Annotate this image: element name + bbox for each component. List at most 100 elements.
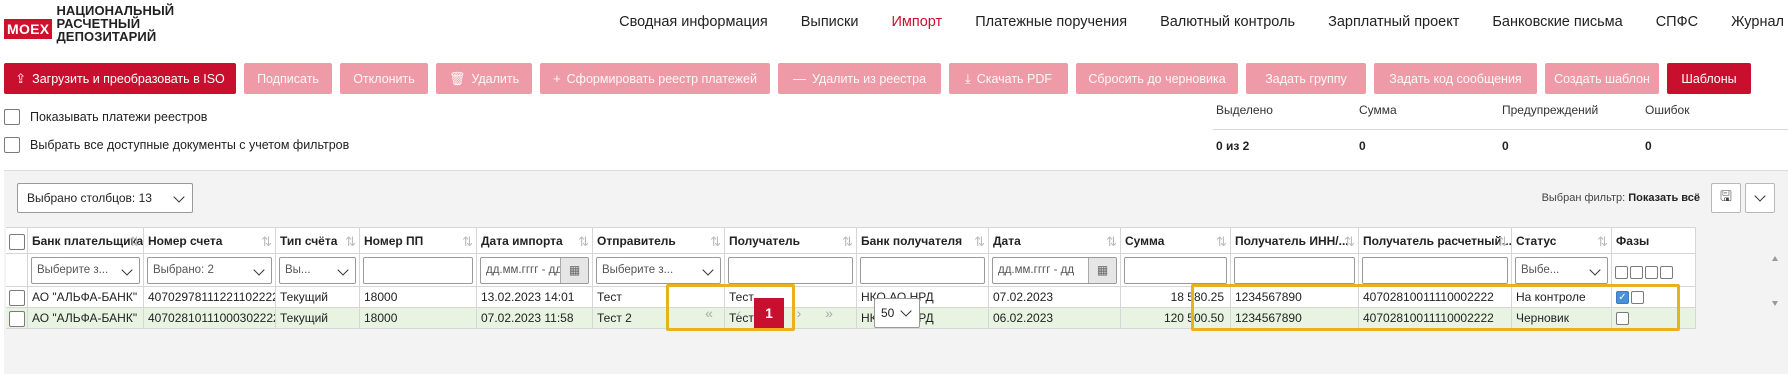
phase-filter-checkbox[interactable] bbox=[1630, 266, 1643, 280]
sort-icon[interactable]: ⇅ bbox=[261, 228, 272, 253]
option-show-registry[interactable]: Показывать платежи реестров bbox=[4, 109, 207, 125]
current-page-button[interactable]: 1 bbox=[754, 298, 784, 328]
form-registry-button[interactable]: + Сформировать реестр платежей bbox=[540, 63, 770, 94]
date-filter[interactable]: дд.мм.гггг - дд ▦ bbox=[992, 257, 1117, 284]
reject-button[interactable]: Отклонить bbox=[340, 63, 428, 94]
order-number-filter[interactable] bbox=[363, 257, 473, 284]
sign-button[interactable]: Подписать bbox=[244, 63, 332, 94]
nav-spfs[interactable]: СПФС bbox=[1656, 14, 1698, 30]
sort-icon[interactable]: ⇅ bbox=[842, 228, 853, 253]
nav-journal[interactable]: Журнал bbox=[1731, 14, 1784, 30]
stat-label-sum: Сумма bbox=[1359, 103, 1397, 117]
nav-statements[interactable]: Выписки bbox=[801, 14, 859, 30]
nav-bank-letters[interactable]: Банковские письма bbox=[1492, 14, 1622, 30]
select-all-checkbox[interactable] bbox=[4, 137, 20, 153]
col-header-account-type[interactable]: Тип счёта ⇅ bbox=[276, 227, 360, 254]
nav-summary[interactable]: Сводная информация bbox=[619, 14, 768, 30]
sort-icon[interactable]: ⇅ bbox=[345, 228, 356, 253]
select-all-rows-checkbox[interactable] bbox=[9, 234, 25, 250]
columns-select[interactable]: Выбрано столбцов: 13 bbox=[17, 183, 193, 213]
sort-icon[interactable]: ⇅ bbox=[1106, 228, 1117, 253]
col-header-sender[interactable]: Отправитель ⇅ bbox=[593, 227, 725, 254]
recipient-inn-filter[interactable] bbox=[1234, 257, 1355, 284]
trash-icon: 🗑 bbox=[448, 70, 466, 86]
stat-value-warnings: 0 bbox=[1502, 139, 1509, 153]
col-header-recipient-inn[interactable]: Получатель ИНН/... ⇅ bbox=[1231, 227, 1359, 254]
prev-page-button[interactable]: ‹ bbox=[724, 298, 754, 328]
recipient-account-filter[interactable] bbox=[1362, 257, 1508, 284]
last-page-button[interactable]: » bbox=[814, 298, 844, 328]
row-checkbox[interactable] bbox=[9, 290, 25, 306]
col-header-recipient-account[interactable]: Получатель расчетный... ⇅ bbox=[1359, 227, 1512, 254]
col-header-payer-bank[interactable]: Банк плательщика ⇅ bbox=[28, 227, 144, 254]
phase-filter-checkbox[interactable] bbox=[1660, 266, 1673, 280]
nav-import[interactable]: Импорт bbox=[891, 14, 942, 30]
col-header-label: Дата импорта bbox=[481, 234, 563, 248]
sort-icon[interactable]: ⇅ bbox=[974, 228, 985, 253]
set-group-button[interactable]: Задать группу bbox=[1246, 63, 1366, 94]
show-registry-checkbox[interactable] bbox=[4, 109, 20, 125]
recipient-bank-filter[interactable] bbox=[860, 257, 985, 284]
sort-icon[interactable]: ⇅ bbox=[1344, 228, 1355, 253]
amount-filter[interactable] bbox=[1124, 257, 1227, 284]
cell-account-type: Текущий bbox=[276, 287, 360, 308]
stat-value-selected: 0 из 2 bbox=[1216, 139, 1250, 153]
status-filter[interactable]: Выбе... bbox=[1515, 257, 1608, 284]
sender-filter[interactable]: Выберите з... bbox=[596, 257, 721, 284]
sort-icon[interactable]: ⇅ bbox=[1597, 228, 1608, 253]
scroll-up-icon[interactable] bbox=[1772, 256, 1778, 261]
row-select-cell bbox=[6, 287, 28, 308]
reset-draft-button[interactable]: Сбросить до черновика bbox=[1076, 63, 1238, 94]
first-page-button[interactable]: « bbox=[694, 298, 724, 328]
remove-registry-button[interactable]: — Удалить из реестра bbox=[778, 63, 941, 94]
table-filter-row: Выберите з... Выбрано: 2 Вы... дд.мм.ггг… bbox=[6, 254, 1696, 287]
calendar-icon[interactable]: ▦ bbox=[1088, 258, 1116, 283]
page-size-select[interactable]: 50 bbox=[874, 298, 920, 328]
account-type-filter[interactable]: Вы... bbox=[279, 257, 356, 284]
download-pdf-button[interactable]: ⤓ Скачать PDF bbox=[949, 63, 1068, 94]
import-date-filter[interactable]: дд.мм.гггг - дд ▦ bbox=[480, 257, 589, 284]
option-select-all[interactable]: Выбрать все доступные документы с учетом… bbox=[4, 137, 349, 153]
col-header-recipient-bank[interactable]: Банк получателя ⇅ bbox=[857, 227, 989, 254]
sort-icon[interactable]: ⇅ bbox=[578, 228, 589, 253]
sort-icon[interactable]: ⇅ bbox=[710, 228, 721, 253]
cell-payer-bank: АО "АЛЬФА-БАНК" bbox=[28, 287, 144, 308]
row-checkbox[interactable] bbox=[9, 311, 25, 327]
next-page-button[interactable]: › bbox=[784, 298, 814, 328]
scroll-down-icon[interactable] bbox=[1772, 301, 1778, 306]
create-template-button[interactable]: Создать шаблон bbox=[1545, 63, 1659, 94]
save-filter-button[interactable]: 🖫 bbox=[1711, 183, 1741, 213]
payer-bank-filter[interactable]: Выберите з... bbox=[31, 257, 140, 284]
sort-icon[interactable]: ⇅ bbox=[1216, 228, 1227, 253]
scrollbar[interactable] bbox=[1772, 256, 1778, 306]
set-message-code-button[interactable]: Задать код сообщения bbox=[1374, 63, 1537, 94]
filter-cell-recipient-account bbox=[1359, 254, 1512, 287]
filter-value: Выберите з... bbox=[37, 264, 109, 276]
sort-icon[interactable]: ⇅ bbox=[462, 228, 473, 253]
filter-value: Вы... bbox=[285, 264, 311, 276]
col-header-recipient[interactable]: Получатель ⇅ bbox=[725, 227, 857, 254]
account-filter[interactable]: Выбрано: 2 bbox=[147, 257, 272, 284]
sort-icon[interactable]: ⇅ bbox=[129, 228, 140, 253]
logo[interactable]: MOEX НАЦИОНАЛЬНЫЙ РАСЧЕТНЫЙ ДЕПОЗИТАРИЙ bbox=[4, 4, 174, 43]
col-header-amount[interactable]: Сумма ⇅ bbox=[1121, 227, 1231, 254]
col-header-import-date[interactable]: Дата импорта ⇅ bbox=[477, 227, 593, 254]
upload-icon: ⇪ bbox=[15, 70, 27, 86]
col-header-account[interactable]: Номер счета ⇅ bbox=[144, 227, 276, 254]
phase-filter-checkbox[interactable] bbox=[1615, 266, 1628, 280]
phase-filter-checkbox[interactable] bbox=[1645, 266, 1658, 280]
recipient-filter[interactable] bbox=[728, 257, 853, 284]
filter-menu-button[interactable] bbox=[1745, 183, 1775, 213]
calendar-icon[interactable]: ▦ bbox=[560, 258, 588, 283]
col-header-order-number[interactable]: Номер ПП ⇅ bbox=[360, 227, 477, 254]
delete-button[interactable]: 🗑 Удалить bbox=[436, 63, 532, 94]
nav-salary-project[interactable]: Зарплатный проект bbox=[1328, 14, 1459, 30]
nav-payment-orders[interactable]: Платежные поручения bbox=[975, 14, 1127, 30]
col-header-status[interactable]: Статус ⇅ bbox=[1512, 227, 1612, 254]
upload-convert-button[interactable]: ⇪ Загрузить и преобразовать в ISO bbox=[4, 63, 236, 94]
sort-icon[interactable]: ⇅ bbox=[1497, 228, 1508, 253]
col-header-label: Банк получателя bbox=[861, 234, 963, 248]
templates-button[interactable]: Шаблоны bbox=[1667, 63, 1751, 94]
col-header-date[interactable]: Дата ⇅ bbox=[989, 227, 1121, 254]
nav-currency-control[interactable]: Валютный контроль bbox=[1160, 14, 1295, 30]
